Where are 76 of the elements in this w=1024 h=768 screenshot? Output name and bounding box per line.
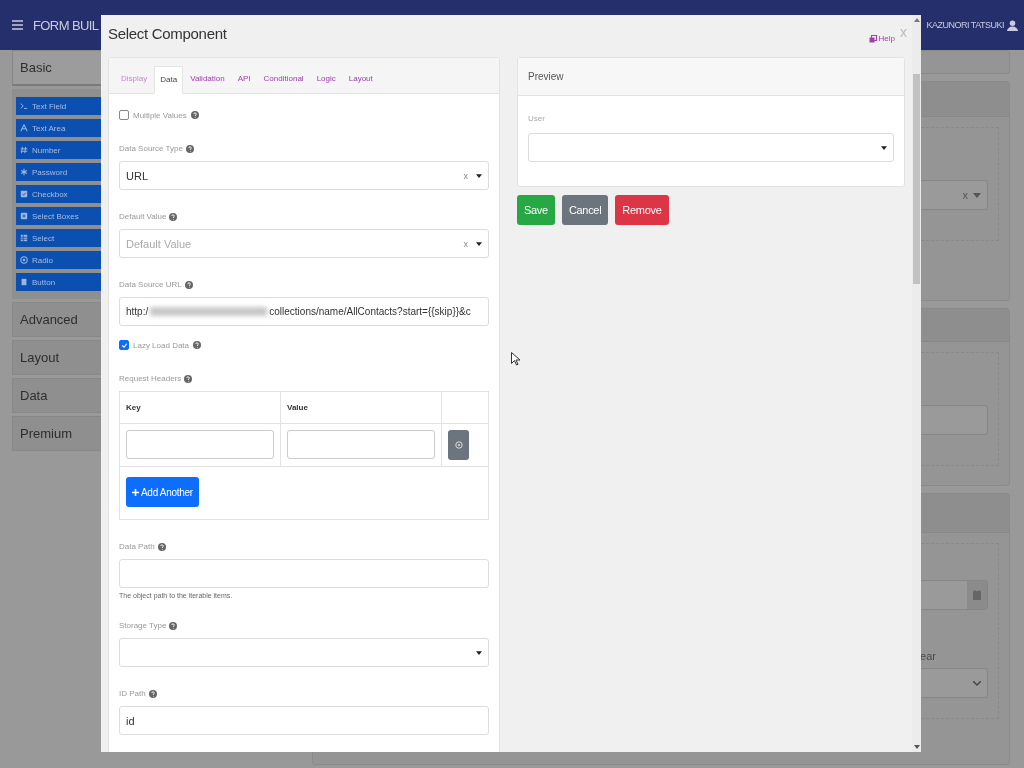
component-icon	[20, 278, 28, 286]
tab[interactable]: Logic	[310, 66, 342, 93]
select-field[interactable]: URL x	[119, 161, 489, 190]
user-name[interactable]: KAZUNORI TATSUKI	[926, 20, 1004, 30]
add-another-button[interactable]: Add Another	[126, 477, 199, 507]
scroll-up-icon[interactable]	[913, 18, 920, 22]
plus-icon	[132, 488, 139, 496]
component-icon	[20, 124, 28, 132]
checkbox-label: Multiple Values	[133, 110, 187, 120]
help-icon	[169, 212, 178, 221]
checkbox[interactable]	[119, 110, 129, 120]
checkbox-label: Lazy Load Data	[133, 340, 190, 350]
field-label: Storage Type	[119, 621, 167, 630]
input-field[interactable]: id	[119, 706, 489, 735]
scroll-down-icon[interactable]	[913, 745, 920, 749]
component-icon	[20, 256, 28, 264]
column-header: Key	[120, 392, 281, 423]
select-field[interactable]	[528, 133, 894, 162]
help-icon	[157, 542, 166, 551]
component-icon	[20, 190, 28, 198]
checkbox[interactable]	[119, 340, 129, 350]
field-label: ear	[920, 650, 937, 662]
url-field[interactable]: http:/ collections/name/AllContacts?start={{skip}}&c	[119, 297, 489, 326]
preview-title: Preview	[518, 58, 904, 96]
field-label: Default Value	[119, 212, 167, 221]
tab[interactable]: API	[231, 66, 257, 93]
chevron-icon	[973, 680, 981, 686]
menu-icon[interactable]	[12, 20, 23, 30]
component-icon	[20, 102, 28, 110]
cancel-button[interactable]: Cancel	[561, 195, 609, 225]
caret-icon	[881, 145, 887, 150]
field-label: Data Path	[119, 542, 155, 551]
remove-button[interactable]: Remove	[615, 195, 669, 225]
user-icon[interactable]	[1007, 19, 1018, 31]
scrollbar[interactable]	[912, 15, 921, 752]
modal-title: Select Component	[108, 25, 227, 42]
component-icon	[20, 212, 28, 220]
remove-row-button[interactable]	[448, 430, 469, 460]
input-field[interactable]	[119, 559, 489, 588]
field-label: User	[528, 114, 546, 123]
cursor-icon	[511, 352, 520, 366]
external-link-icon	[868, 34, 877, 43]
tab[interactable]: Data	[154, 66, 184, 94]
select-field[interactable]	[119, 638, 489, 667]
calendar-icon[interactable]	[973, 590, 981, 600]
save-button[interactable]: Save	[517, 195, 555, 225]
caret-icon	[476, 173, 482, 178]
caret-icon	[476, 650, 482, 655]
help-icon	[184, 280, 193, 289]
help-icon	[193, 341, 202, 349]
help-link[interactable]: Help	[868, 34, 895, 43]
component-icon	[20, 168, 28, 176]
input-field[interactable]	[126, 430, 274, 459]
component-icon	[20, 234, 28, 242]
tab[interactable]: Conditional	[257, 66, 310, 93]
check-icon	[120, 341, 128, 349]
help-icon	[190, 111, 199, 119]
field-label: Request Headers	[119, 374, 182, 383]
select-field[interactable]: Default Value x	[119, 229, 489, 258]
column-header: Value	[281, 392, 442, 423]
help-icon	[169, 621, 178, 630]
help-icon	[148, 689, 157, 698]
scrollbar-thumb[interactable]	[913, 74, 920, 284]
tab[interactable]: Layout	[342, 66, 379, 93]
input-field[interactable]	[287, 430, 435, 459]
tab[interactable]: Validation	[184, 66, 231, 93]
component-icon	[20, 146, 28, 154]
field-label: Data Source URL	[119, 280, 182, 289]
field-label: ID Path	[119, 689, 146, 698]
field-label: Data Source Type	[119, 144, 183, 153]
help-icon	[185, 144, 194, 153]
app-title: FORM BUIL	[33, 17, 99, 33]
caret-icon	[476, 241, 482, 246]
remove-icon	[454, 441, 463, 449]
help-icon	[184, 374, 193, 383]
caret-icon	[973, 192, 981, 198]
